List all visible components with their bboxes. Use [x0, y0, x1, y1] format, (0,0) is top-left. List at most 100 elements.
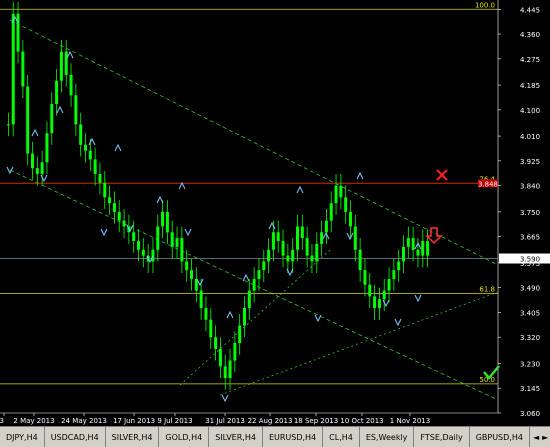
candle-body: [50, 104, 54, 134]
y-tick-label: 3.230: [520, 360, 540, 368]
fractal-arrow-icon: [314, 314, 322, 323]
candle-body: [252, 278, 256, 291]
price-chart[interactable]: 4.445 4.360 4.275 4.185 4.100 4.010 3.925 3.840…: [0, 0, 550, 426]
scroll-right-icon[interactable]: ►: [542, 433, 548, 442]
y-tick-label: 4.360: [520, 31, 540, 39]
trendline-2: [219, 291, 499, 396]
candle-body: [262, 261, 266, 271]
candle-body: [363, 270, 367, 285]
candle-body: [271, 232, 275, 250]
candle-body: [31, 153, 34, 169]
candle-body: [310, 255, 314, 262]
candle-body: [315, 243, 319, 262]
x-tick-label: 1 Nov 2013: [390, 417, 430, 425]
candle-body: [402, 246, 405, 262]
candle-body: [267, 249, 271, 262]
candle-body: [170, 232, 174, 247]
fractal-arrow-icon: [196, 278, 204, 287]
fractal-arrow-icon: [100, 228, 108, 237]
candle-body: [199, 290, 203, 309]
y-tick-label: 4.100: [520, 107, 540, 115]
candle-body: [382, 290, 386, 300]
tab-6[interactable]: CL,H4: [323, 427, 360, 447]
candle-body: [397, 261, 401, 271]
candle-body: [112, 203, 116, 212]
fractal-arrow-icon: [114, 143, 122, 152]
fractal-arrow-icon: [242, 273, 250, 282]
candle-body: [204, 308, 208, 320]
candle-body: [122, 220, 126, 227]
candle-body: [175, 238, 179, 247]
tab-0[interactable]: DJPY,H4: [0, 427, 45, 447]
green-checkmark-icon: [483, 365, 500, 380]
fractal-arrow-icon: [56, 105, 64, 114]
candle-body: [141, 249, 145, 256]
candle-body: [209, 319, 213, 338]
candle-body: [26, 86, 30, 154]
tab-9[interactable]: GBPUSD,H4: [470, 427, 530, 447]
red-x-icon: [436, 169, 448, 181]
candle-body: [421, 241, 425, 256]
candle-body: [21, 51, 25, 87]
candle-body: [165, 211, 169, 233]
candle-body: [93, 159, 97, 174]
candle-body: [108, 197, 112, 204]
candle-body: [11, 13, 15, 125]
candle-body: [88, 150, 92, 160]
y-tick-label: 3.925: [520, 158, 540, 166]
chart-area[interactable]: 4.445 4.360 4.275 4.185 4.100 4.010 3.925 3.840…: [0, 0, 550, 426]
tab-8[interactable]: FTSE,Daily: [414, 427, 470, 447]
candle-body: [247, 290, 251, 309]
y-tick-label: 4.275: [520, 56, 540, 64]
candle-body: [324, 220, 328, 233]
tab-7[interactable]: ES,Weekly: [360, 427, 415, 447]
candle-body: [392, 270, 396, 279]
candle-body: [291, 249, 295, 262]
candle-body: [334, 185, 338, 204]
candle-body: [329, 203, 333, 221]
candle-body: [180, 238, 184, 262]
fractal-arrow-icon: [184, 228, 192, 237]
candle-body: [406, 238, 410, 247]
fractal-arrow-icon: [178, 181, 186, 190]
candle-body: [137, 241, 140, 250]
candle-body: [74, 95, 78, 125]
fractal-arrow-icon: [414, 294, 422, 303]
fractal-arrow-icon: [156, 195, 164, 204]
candle-body: [411, 238, 415, 250]
candle-body: [59, 51, 63, 81]
candle-body: [281, 241, 285, 256]
fractal-arrow-icon: [296, 185, 304, 194]
fractal-arrow-icon: [394, 318, 402, 327]
candle-body: [161, 211, 165, 227]
tab-2[interactable]: SILVER,H4: [106, 427, 160, 447]
y-tick-label: 4.010: [520, 133, 540, 141]
candle-body: [238, 325, 242, 344]
scroll-left-icon[interactable]: ◄: [533, 433, 539, 442]
candle-body: [339, 185, 343, 198]
y-tick-label: 3.490: [520, 285, 540, 293]
candle-body: [233, 343, 237, 361]
x-tick-label: 18 Sep 2013: [294, 417, 338, 425]
x-tick-label: 2013: [0, 417, 4, 425]
red-down-arrow-icon: [425, 227, 443, 245]
current-price-label: 3.590: [520, 256, 540, 264]
candle-body: [358, 249, 362, 271]
candle-body: [98, 173, 102, 183]
fractal-arrow-icon: [226, 310, 234, 319]
x-tick-label: 9 Jul 2013: [157, 417, 192, 425]
tab-4[interactable]: SILVER,H4: [209, 427, 263, 447]
fib-level-label: 61.8: [479, 285, 495, 293]
candle-body: [373, 296, 377, 309]
tab-navigation[interactable]: ◄ ►: [530, 427, 550, 447]
candle-body: [117, 211, 121, 221]
tab-3[interactable]: GOLD,H4: [159, 427, 210, 447]
candle-body: [151, 249, 155, 262]
candle-body: [214, 337, 218, 349]
candle-body: [387, 278, 391, 291]
tabs-container: DJPY,H4 USDCAD,H4 SILVER,H4 GOLD,H4 SILVER,H…: [0, 427, 530, 447]
x-tick-label: 2 May 2013: [13, 417, 54, 425]
candle-body: [69, 74, 73, 96]
tab-1[interactable]: USDCAD,H4: [45, 427, 106, 447]
tab-5[interactable]: EURUSD,H4: [263, 427, 324, 447]
